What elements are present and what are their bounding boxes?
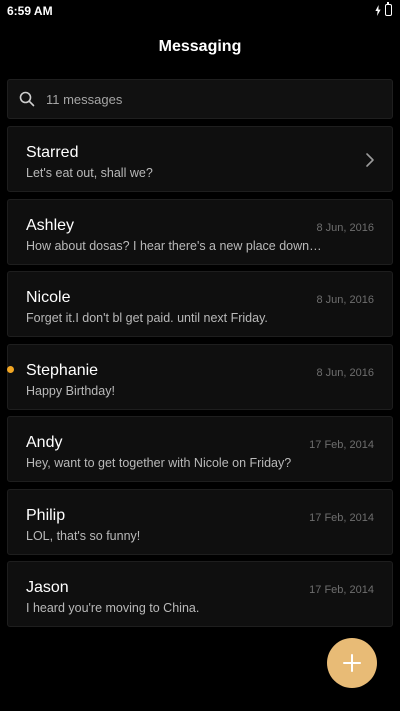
conversation-name: Starred [26, 144, 79, 161]
conversation-name: Jason [26, 579, 69, 596]
status-bar: 6:59 AM [0, 0, 400, 24]
search-bar[interactable] [7, 79, 393, 119]
conversation-name: Philip [26, 506, 66, 524]
chevron-right-icon [366, 153, 374, 167]
conversation-date: 8 Jun, 2016 [316, 366, 375, 379]
page-title: Messaging [158, 38, 242, 55]
conversation-name: Nicole [26, 289, 71, 306]
conversation-preview: Happy Birthday! [26, 383, 115, 398]
conversation-item-stephanie[interactable]: Stephanie Happy Birthday! 8 Jun, 2016 [7, 343, 393, 410]
conversation-date: 17 Feb, 2014 [309, 439, 374, 451]
messaging-screen: 6:59 AM Messaging Starred Let's eat out,… [0, 0, 400, 711]
conversation-item-jason[interactable]: Jason I heard you're moving to China. 17… [7, 561, 393, 627]
conversation-date: 8 Jun, 2016 [316, 221, 375, 234]
plus-icon [343, 654, 361, 672]
battery-icon [385, 2, 392, 16]
conversation-date: 17 Feb, 2014 [309, 511, 374, 524]
search-icon [19, 91, 35, 107]
status-time: 6:59 AM [7, 4, 53, 18]
search-input[interactable] [46, 91, 346, 107]
conversation-name: Ashley [26, 216, 75, 234]
conversation-item-nicole[interactable]: Nicole Forget it.I don't bl get paid. un… [7, 271, 393, 337]
conversation-name: Andy [26, 434, 63, 451]
conversation-date: 17 Feb, 2014 [309, 584, 374, 596]
conversation-date: 8 Jun, 2016 [316, 294, 375, 306]
unread-indicator [7, 365, 14, 373]
conversation-item-ashley[interactable]: Ashley How about dosas? I hear there's a… [7, 198, 393, 265]
status-icons [375, 2, 392, 16]
new-message-button[interactable] [327, 638, 377, 688]
conversation-preview: I heard you're moving to China. [26, 601, 200, 615]
conversation-name: Stephanie [26, 361, 99, 379]
conversation-preview: LOL, that's so funny! [26, 528, 141, 543]
conversation-item-andy[interactable]: Andy Hey, want to get together with Nico… [7, 416, 393, 482]
conversation-preview: Forget it.I don't bl get paid. until nex… [26, 311, 268, 325]
conversation-preview: Hey, want to get together with Nicole on… [26, 456, 292, 470]
conversation-preview: How about dosas? I hear there's a new pl… [26, 238, 322, 253]
conversation-item-starred[interactable]: Starred Let's eat out, shall we? [7, 126, 393, 192]
conversation-preview: Let's eat out, shall we? [26, 166, 153, 180]
conversation-item-philip[interactable]: Philip LOL, that's so funny! 17 Feb, 201… [7, 488, 393, 555]
charging-bolt-icon [375, 4, 381, 16]
conversation-list: Starred Let's eat out, shall we? Ashley … [7, 126, 393, 634]
